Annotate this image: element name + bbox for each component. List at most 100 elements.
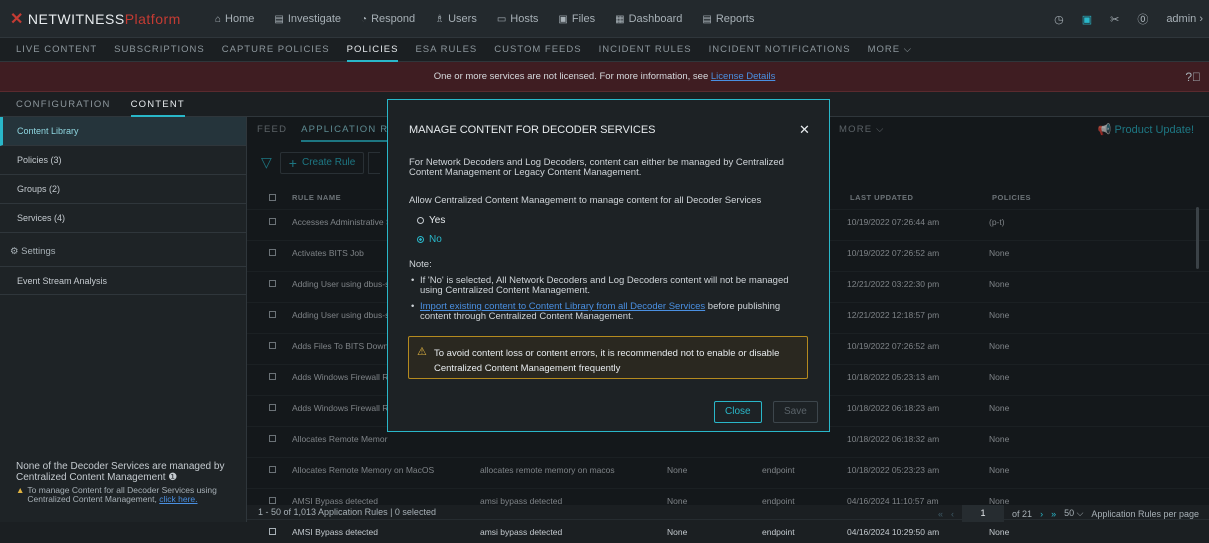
dashboard-icon: ▦ xyxy=(615,13,625,25)
tab-configuration[interactable]: CONFIGURATION xyxy=(16,92,111,117)
cell-severity: None xyxy=(667,526,688,537)
nav-label: Hosts xyxy=(510,13,539,25)
netwitness-logo-icon: ✕ xyxy=(10,10,24,28)
reports-icon: ▤ xyxy=(702,13,712,25)
next-page-icon[interactable]: › xyxy=(1040,509,1043,519)
home-icon: ⌂ xyxy=(215,13,222,25)
warning-icon: ▲ xyxy=(16,485,25,495)
dialog-intro: For Network Decoders and Log Decoders, c… xyxy=(409,157,784,178)
selection-count: 1 - 50 of 1,013 Application Rules | 0 se… xyxy=(258,507,436,517)
banner-text: One or more services are not licensed. F… xyxy=(433,71,711,82)
subnav-esa-rules[interactable]: ESA RULES xyxy=(415,38,477,62)
files-icon: ▣ xyxy=(558,13,568,25)
subnav-incident-notifications[interactable]: INCIDENT NOTIFICATIONS xyxy=(709,38,851,62)
subnav-policies[interactable]: POLICIES xyxy=(346,38,399,62)
radio-circle xyxy=(417,217,424,224)
last-page-icon[interactable]: » xyxy=(1051,509,1056,519)
admin-subnav: LIVE CONTENT SUBSCRIPTIONS CAPTURE POLIC… xyxy=(0,38,1209,62)
help-icon[interactable]: ⓪ xyxy=(1137,11,1148,27)
nav-respond[interactable]: ◔ Respond xyxy=(361,13,415,25)
cc-management-notice: None of the Decoder Services are managed… xyxy=(16,461,236,504)
content-sidebar: Content Library Policies (3) Groups (2) … xyxy=(0,117,247,522)
cc-status-text: None of the Decoder Services are managed… xyxy=(16,461,225,483)
nav-label: Reports xyxy=(715,13,755,25)
timer-icon[interactable]: ◷ xyxy=(1054,13,1064,26)
click-here-link[interactable]: click here. xyxy=(159,494,197,504)
table-row[interactable]: AMSI Bypass detected amsi bypass detected… xyxy=(247,519,1209,543)
admin-icon[interactable]: ▣ xyxy=(1082,13,1092,26)
nav-label: Home xyxy=(225,13,255,25)
main-nav: ⌂ Home ▤ Investigate ◔ Respond ♗ Users ▭ Host… xyxy=(215,0,774,38)
cell-category: endpoint xyxy=(762,526,795,537)
close-icon[interactable]: ✕ xyxy=(799,122,810,138)
warning-box: ⚠ To avoid content loss or content error… xyxy=(408,336,808,379)
radio-circle xyxy=(417,236,424,243)
sidebar-item-policies[interactable]: Policies (3) xyxy=(0,146,246,175)
nav-dashboard[interactable]: ▦ Dashboard xyxy=(615,13,682,25)
nav-files[interactable]: ▣ Files xyxy=(558,13,595,25)
radio-yes[interactable]: Yes xyxy=(417,215,445,226)
user-menu[interactable]: admin › xyxy=(1166,13,1203,25)
subnav-capture-policies[interactable]: CAPTURE POLICIES xyxy=(222,38,330,62)
dialog-title: MANAGE CONTENT FOR DECODER SERVICES xyxy=(409,124,656,136)
sidebar-settings-header: ⚙ Settings xyxy=(10,246,56,257)
close-button[interactable]: Close xyxy=(714,401,762,423)
nav-reports[interactable]: ▤ Reports xyxy=(702,13,754,25)
license-banner: One or more services are not licensed. F… xyxy=(0,62,1209,92)
nav-label: Respond xyxy=(371,13,416,25)
radio-yes-label: Yes xyxy=(429,215,446,226)
row-checkbox[interactable] xyxy=(269,528,276,535)
cell-description: amsi bypass detected xyxy=(480,526,563,537)
sidebar-item-event-stream-analysis[interactable]: Event Stream Analysis xyxy=(0,266,246,295)
cell-rule-name: AMSI Bypass detected xyxy=(292,526,378,537)
nav-label: Investigate xyxy=(287,13,342,25)
top-right-tools: ◷ ▣ ✂ ⓪ admin › xyxy=(1054,0,1203,38)
logo-platform-text: Platform xyxy=(124,10,181,27)
page-input[interactable]: 1 xyxy=(962,505,1005,522)
nav-home[interactable]: ⌂ Home xyxy=(215,13,254,25)
page-size-label: Application Rules per page xyxy=(1091,508,1199,519)
save-button[interactable]: Save xyxy=(773,401,818,423)
sidebar-item-services[interactable]: Services (4) xyxy=(0,204,246,233)
tab-content[interactable]: CONTENT xyxy=(130,92,186,117)
cc-hint-text: To manage Content for all Decoder Servic… xyxy=(27,486,236,504)
prev-page-icon[interactable]: ‹ xyxy=(951,509,954,519)
license-details-link[interactable]: License Details xyxy=(711,71,775,82)
nav-label: Files xyxy=(571,13,596,25)
sidebar-item-groups[interactable]: Groups (2) xyxy=(0,175,246,204)
cell-policies: None xyxy=(989,526,1010,537)
subnav-subscriptions[interactable]: SUBSCRIPTIONS xyxy=(114,38,205,62)
sidebar-item-content-library[interactable]: Content Library xyxy=(0,117,246,146)
page-size-select[interactable]: 50 ⌵ xyxy=(1064,508,1083,519)
respond-icon: ◔ xyxy=(361,13,368,25)
investigate-icon: ▤ xyxy=(274,13,284,25)
manage-content-dialog: MANAGE CONTENT FOR DECODER SERVICES ✕ Fo… xyxy=(387,99,830,432)
radio-no-label: No xyxy=(429,234,442,245)
dialog-question: Allow Centralized Content Management to … xyxy=(409,195,762,206)
radio-no[interactable]: No xyxy=(417,234,442,245)
nav-hosts[interactable]: ▭ Hosts xyxy=(497,13,539,25)
subnav-more[interactable]: MORE ⌵ xyxy=(868,38,912,62)
subnav-incident-rules[interactable]: INCIDENT RULES xyxy=(599,38,692,62)
help-circle-icon[interactable]: ?⃝ xyxy=(1185,62,1201,92)
subnav-custom-feeds[interactable]: CUSTOM FEEDS xyxy=(494,38,581,62)
nav-label: Users xyxy=(448,13,477,25)
nav-users[interactable]: ♗ Users xyxy=(435,13,477,25)
table-footer: 1 - 50 of 1,013 Application Rules | 0 se… xyxy=(0,505,1209,522)
tools-icon[interactable]: ✂ xyxy=(1110,13,1119,26)
cell-last-updated: 04/16/2024 10:29:50 am xyxy=(847,526,940,537)
note-bullet-2: Import existing content to Content Libra… xyxy=(411,302,805,322)
page-total: of 21 xyxy=(1012,508,1033,519)
logo-text: NETWITNESS xyxy=(27,10,125,27)
top-bar: ✕ NETWITNESS Platform ⌂ Home ▤ Investigate… xyxy=(0,0,1209,38)
users-icon: ♗ xyxy=(435,13,445,25)
note-bullet-1: If 'No' is selected, All Network Decoder… xyxy=(411,276,805,296)
nav-investigate[interactable]: ▤ Investigate xyxy=(274,13,341,25)
warning-text: To avoid content loss or content errors,… xyxy=(434,348,780,374)
pagination: « ‹ 1 of 21 › » 50 ⌵ Application Rules p… xyxy=(938,505,1199,522)
cc-hint: ▲ To manage Content for all Decoder Serv… xyxy=(16,486,236,504)
hosts-icon: ▭ xyxy=(496,13,507,25)
first-page-icon[interactable]: « xyxy=(938,509,943,519)
subnav-live-content[interactable]: LIVE CONTENT xyxy=(16,38,97,62)
warning-icon: ⚠ xyxy=(417,346,427,358)
